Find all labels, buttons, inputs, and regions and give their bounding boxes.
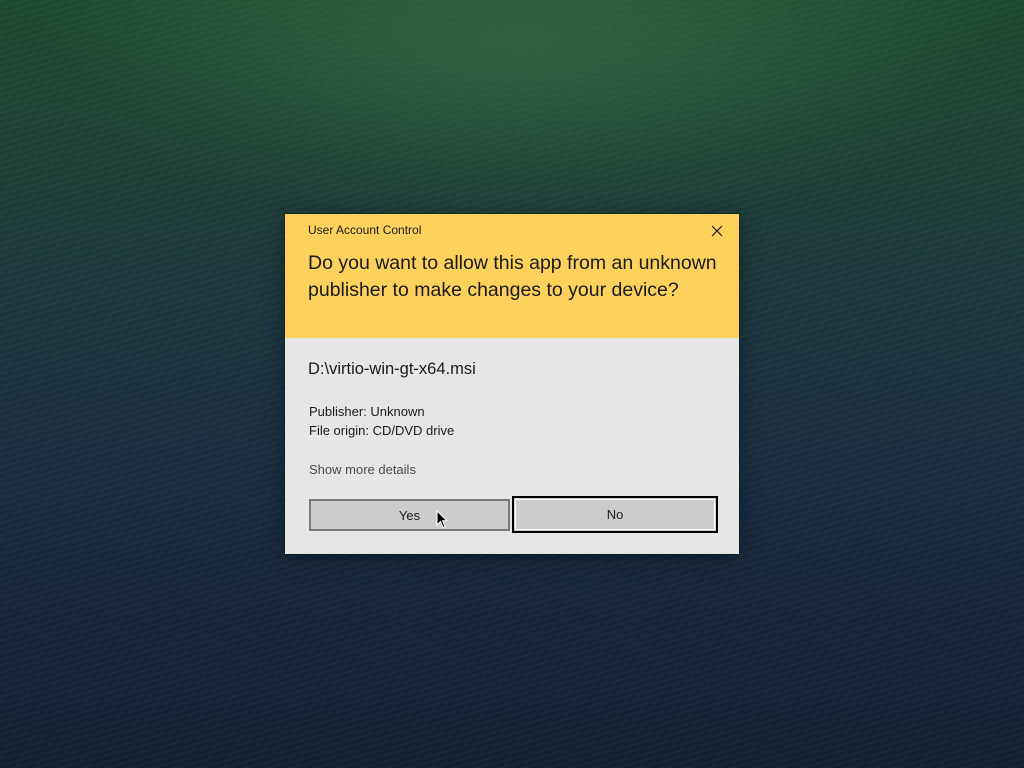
app-name: D:\virtio-win-gt-x64.msi <box>308 360 476 378</box>
dialog-title: User Account Control <box>308 223 422 237</box>
dialog-header: User Account Control Do you want to allo… <box>285 214 739 338</box>
desktop-background: User Account Control Do you want to allo… <box>0 0 1024 768</box>
close-icon <box>711 225 723 237</box>
yes-button[interactable]: Yes <box>309 499 510 531</box>
dialog-question: Do you want to allow this app from an un… <box>308 252 717 301</box>
no-button[interactable]: No <box>512 496 718 533</box>
uac-dialog: User Account Control Do you want to allo… <box>285 214 739 554</box>
show-more-details-link[interactable]: Show more details <box>309 462 416 477</box>
close-button[interactable] <box>707 221 727 241</box>
file-origin-info: File origin: CD/DVD drive <box>309 423 455 438</box>
publisher-info: Publisher: Unknown <box>309 404 425 419</box>
